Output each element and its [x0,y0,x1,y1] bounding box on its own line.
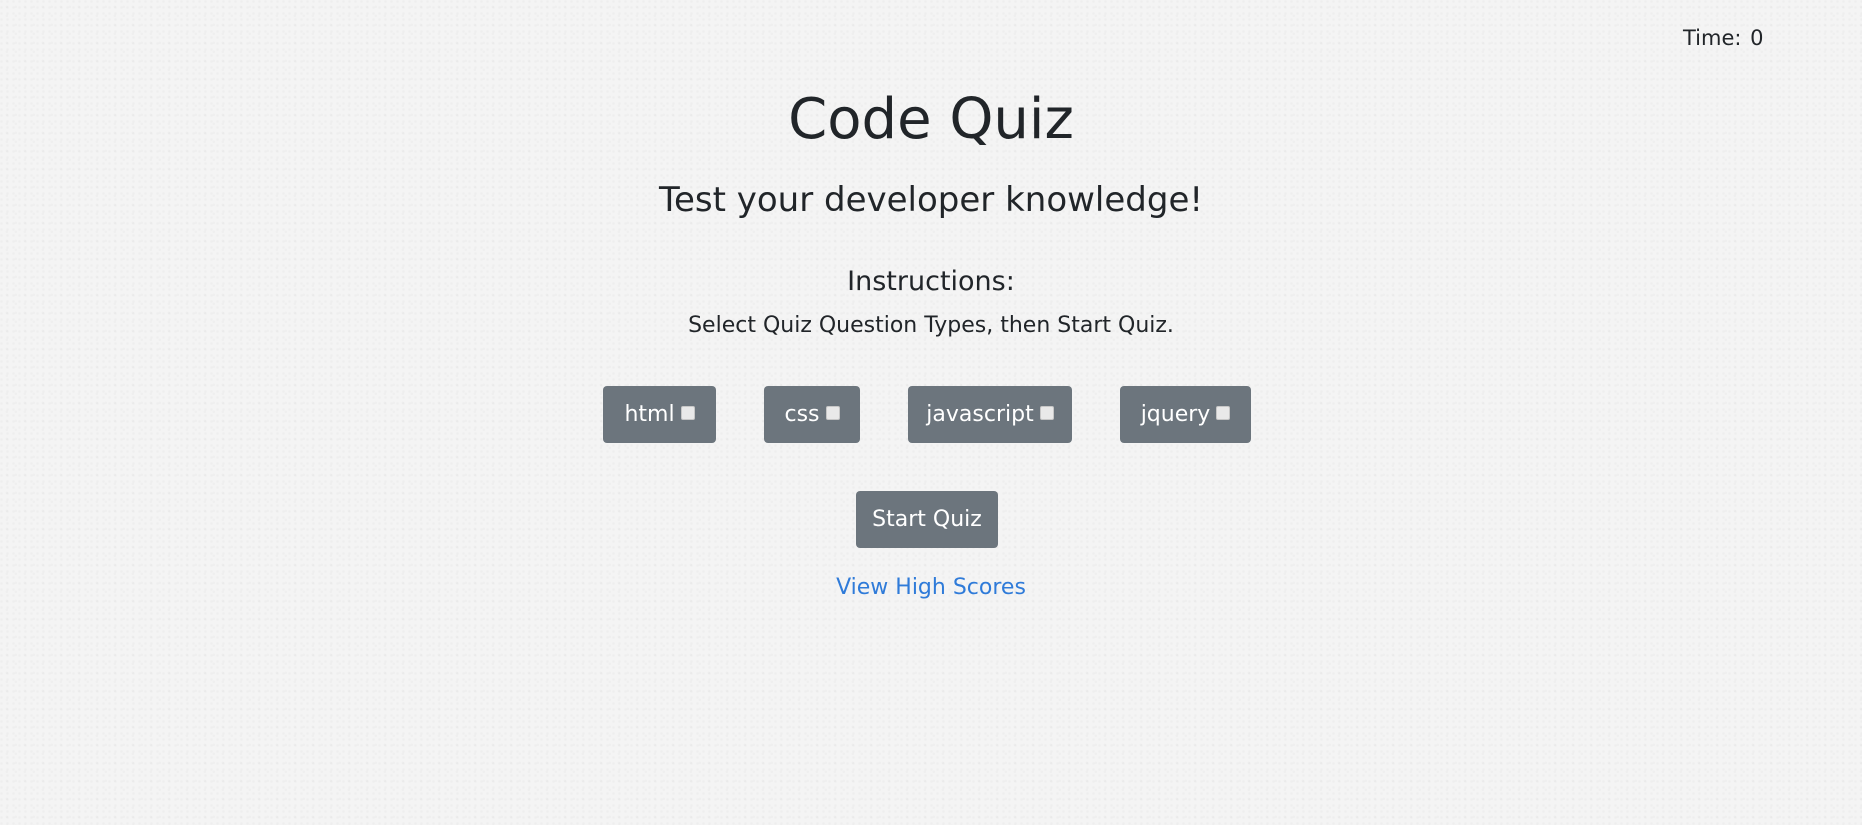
view-high-scores-link[interactable]: View High Scores [0,575,1862,600]
timer-value: 0 [1750,26,1764,50]
page-subtitle: Test your developer knowledge! [658,180,1204,220]
topic-label: javascript [926,402,1034,427]
topic-checkbox-css[interactable] [825,405,840,420]
topic-checkbox-html[interactable] [680,405,695,420]
timer-display: Time: 0 [1683,26,1764,50]
instructions-text: Select Quiz Question Types, then Start Q… [688,313,1174,338]
instructions-heading: Instructions: [847,266,1015,297]
topic-toggle-javascript[interactable]: javascript [908,386,1072,443]
page-title: Code Quiz [788,87,1074,152]
topic-toggle-html[interactable]: html [603,386,716,443]
timer-label: Time: [1683,26,1742,50]
topic-label: jquery [1140,402,1211,427]
topic-toggle-css[interactable]: css [764,386,860,443]
topic-checkbox-javascript[interactable] [1039,405,1054,420]
start-quiz-button[interactable]: Start Quiz [856,491,998,548]
topic-checkbox-jquery[interactable] [1216,405,1231,420]
topic-toggle-jquery[interactable]: jquery [1120,386,1251,443]
topic-label: css [784,402,820,427]
topic-label: html [624,402,675,427]
